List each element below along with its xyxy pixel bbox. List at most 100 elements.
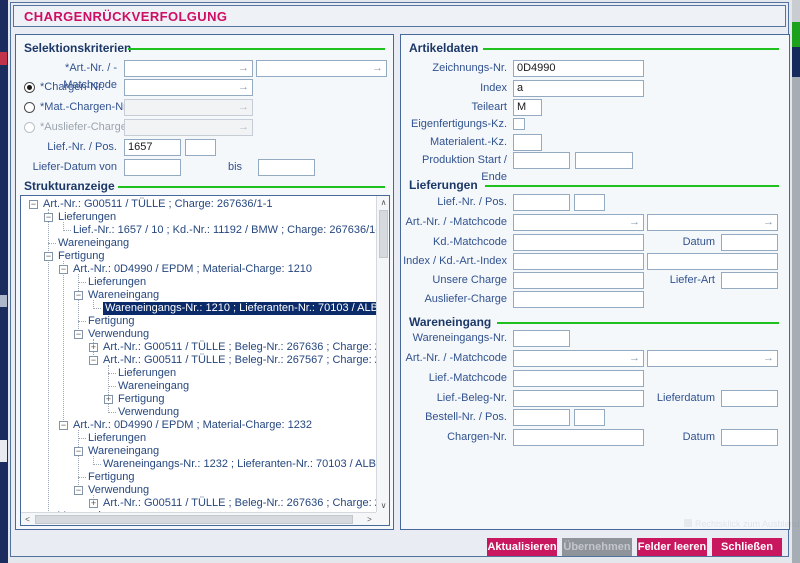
lief-nr-field[interactable]: 1657: [124, 139, 181, 156]
expand-icon[interactable]: +: [89, 499, 98, 508]
tree-node[interactable]: + Fertigung: [21, 393, 376, 406]
chargen-nr-radio[interactable]: [24, 82, 35, 93]
tree-node-label[interactable]: Wareneingang: [118, 380, 189, 393]
tree-node[interactable]: −Art.-Nr.: G00511 / TÜLLE ; Charge: 2676…: [21, 198, 376, 211]
collapse-icon[interactable]: −: [59, 421, 68, 430]
tree-node-label[interactable]: Fertigung: [58, 250, 104, 263]
tree-node[interactable]: Wareneingang: [21, 380, 376, 393]
tree-node-label[interactable]: Fertigung: [88, 315, 134, 328]
aktualisieren-button[interactable]: Aktualisieren: [487, 538, 557, 556]
scroll-down-icon[interactable]: ∨: [377, 499, 390, 512]
tree-node[interactable]: Lief.-Nr.: 1657 / 10 ; Kd.-Nr.: 11192 / …: [21, 224, 376, 237]
lief-nr-field[interactable]: [513, 194, 570, 211]
tree-node-label[interactable]: Wareneingang: [58, 237, 129, 250]
tree-node[interactable]: Wareneingangs-Nr.: 1210 ; Lieferanten-Nr…: [21, 302, 376, 315]
scroll-left-icon[interactable]: <: [21, 513, 34, 526]
datum-field[interactable]: [721, 234, 778, 251]
felder-leeren-button[interactable]: Felder leeren: [637, 538, 707, 556]
schliessen-button[interactable]: Schließen: [712, 538, 782, 556]
lief-pos-field[interactable]: [185, 139, 216, 156]
teileart-field[interactable]: M: [513, 99, 542, 116]
matchcode-field[interactable]: →: [647, 350, 778, 367]
vertical-scroll-thumb[interactable]: [379, 210, 388, 258]
horizontal-scrollbar[interactable]: < >: [21, 512, 376, 525]
tree-node-label[interactable]: Fertigung: [88, 471, 134, 484]
tree-node[interactable]: −Wareneingang: [21, 445, 376, 458]
scroll-right-icon[interactable]: >: [363, 513, 376, 526]
datum-field[interactable]: [721, 429, 778, 446]
art-nr-field[interactable]: →: [513, 350, 644, 367]
tree-node[interactable]: Wareneingangs-Nr.: 1232 ; Lieferanten-Nr…: [21, 458, 376, 471]
bestell-nr-field[interactable]: [513, 409, 570, 426]
lookup-arrow-icon[interactable]: →: [629, 216, 640, 228]
tree-node-label[interactable]: Art.-Nr.: G00511 / TÜLLE ; Charge: 26763…: [43, 198, 273, 211]
tree-node-label[interactable]: Verwendung: [118, 406, 179, 419]
tree-node-label[interactable]: Lief.-Nr.: 1657 / 10 ; Kd.-Nr.: 11192 / …: [73, 224, 376, 237]
tree-node[interactable]: Lieferungen: [21, 276, 376, 289]
tree-node-label[interactable]: Art.-Nr.: G00511 / TÜLLE ; Beleg-Nr.: 26…: [103, 341, 376, 354]
tree-node[interactable]: Fertigung: [21, 315, 376, 328]
liefer-art-field[interactable]: [721, 272, 778, 289]
collapse-icon[interactable]: −: [44, 252, 53, 261]
horizontal-scroll-thumb[interactable]: [35, 515, 353, 524]
tree-node[interactable]: Wareneingang: [21, 237, 376, 250]
scroll-up-icon[interactable]: ∧: [377, 196, 390, 209]
tree-node[interactable]: Verwendung: [21, 406, 376, 419]
tree-node-label[interactable]: Wareneingangs-Nr.: 1210 ; Lieferanten-Nr…: [103, 302, 376, 315]
tree-node[interactable]: Lieferungen: [21, 367, 376, 380]
lookup-arrow-icon[interactable]: →: [238, 81, 249, 93]
kd-art-index-field[interactable]: [647, 253, 778, 270]
collapse-icon[interactable]: −: [59, 265, 68, 274]
tree-node-label[interactable]: Wareneingangs-Nr.: 1232 ; Lieferanten-Nr…: [103, 458, 376, 471]
expand-icon[interactable]: +: [104, 395, 113, 404]
lookup-arrow-icon[interactable]: →: [763, 352, 774, 364]
collapse-icon[interactable]: −: [74, 447, 83, 456]
tree-node[interactable]: −Fertigung: [21, 250, 376, 263]
tree-node-label[interactable]: Wareneingang: [88, 445, 159, 458]
tree-node[interactable]: +Art.-Nr.: G00511 / TÜLLE ; Beleg-Nr.: 2…: [21, 341, 376, 354]
matchcode-field[interactable]: →: [647, 214, 778, 231]
matchcode-field[interactable]: →: [256, 60, 387, 77]
tree-node-label[interactable]: Wareneingang: [88, 289, 159, 302]
lookup-arrow-icon[interactable]: →: [763, 216, 774, 228]
vertical-scrollbar[interactable]: ∧ ∨: [376, 196, 389, 512]
lieferdatum-field[interactable]: [721, 390, 778, 407]
lookup-arrow-icon[interactable]: →: [372, 62, 383, 74]
tree-node-label[interactable]: Fertigung: [118, 393, 164, 406]
ausliefer-charge-field[interactable]: [513, 291, 644, 308]
liefer-datum-von-field[interactable]: [124, 159, 181, 176]
tree-node[interactable]: −Lieferungen: [21, 211, 376, 224]
collapse-icon[interactable]: −: [29, 200, 38, 209]
tree-node[interactable]: −Verwendung: [21, 328, 376, 341]
tree-node-label[interactable]: Lieferungen: [58, 211, 116, 224]
wareneingangs-nr-field[interactable]: [513, 330, 570, 347]
eigenfertigungs-kz-checkbox[interactable]: [513, 118, 525, 130]
collapse-icon[interactable]: −: [74, 486, 83, 495]
mat-chargen-nr-radio[interactable]: [24, 102, 35, 113]
lief-matchcode-field[interactable]: [513, 370, 644, 387]
produktion-ende-field[interactable]: [575, 152, 633, 169]
tree-node-label[interactable]: Art.-Nr.: 0D4990 / EPDM ; Material-Charg…: [73, 263, 312, 276]
liefer-datum-bis-field[interactable]: [258, 159, 315, 176]
materialent-kz-field[interactable]: [513, 134, 542, 151]
tree-node-label[interactable]: Art.-Nr.: G00511 / TÜLLE ; Beleg-Nr.: 26…: [103, 497, 376, 510]
tree-node-label[interactable]: Verwendung: [88, 484, 149, 497]
chargen-nr-field[interactable]: →: [124, 79, 253, 96]
index-field[interactable]: a: [513, 80, 644, 97]
tree-node-label[interactable]: Lieferungen: [118, 367, 176, 380]
bestell-pos-field[interactable]: [574, 409, 605, 426]
tree-node[interactable]: −Art.-Nr.: 0D4990 / EPDM ; Material-Char…: [21, 263, 376, 276]
lookup-arrow-icon[interactable]: →: [629, 352, 640, 364]
art-nr-field[interactable]: →: [513, 214, 644, 231]
tree-node[interactable]: + Art.-Nr.: G00511 / TÜLLE ; Beleg-Nr.: 2…: [21, 497, 376, 510]
tree-node-label[interactable]: Art.-Nr.: 0D4990 / EPDM ; Material-Charg…: [73, 419, 312, 432]
tree-node[interactable]: −Wareneingang: [21, 289, 376, 302]
lief-pos-field[interactable]: [574, 194, 605, 211]
tree-node[interactable]: −Art.-Nr.: 0D4990 / EPDM ; Material-Char…: [21, 419, 376, 432]
artnr-field[interactable]: →: [124, 60, 253, 77]
collapse-icon[interactable]: −: [74, 330, 83, 339]
index-field[interactable]: [513, 253, 644, 270]
tree-node[interactable]: Lieferungen: [21, 432, 376, 445]
collapse-icon[interactable]: −: [74, 291, 83, 300]
lookup-arrow-icon[interactable]: →: [238, 62, 249, 74]
